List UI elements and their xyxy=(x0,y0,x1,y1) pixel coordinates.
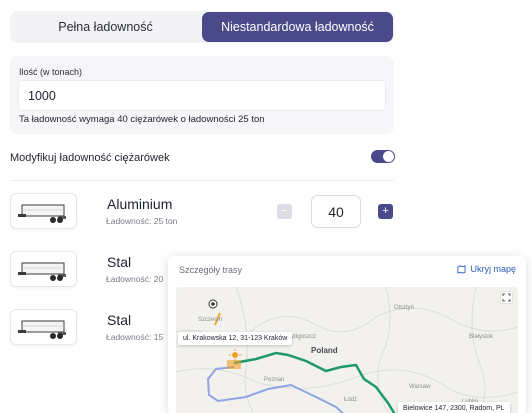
truck-name: Stal xyxy=(107,254,132,270)
map-label-bialystok: Białystok xyxy=(469,334,494,340)
truck-name: Stal xyxy=(107,312,132,328)
truck-capacity: Ładowność: 20 xyxy=(106,274,164,284)
quantity-card: Ilość (w tonach) Ta ładowność wymaga 40 … xyxy=(10,56,394,134)
truck-trailer-icon xyxy=(18,262,66,281)
route-title: Szczegóły trasy xyxy=(179,265,243,275)
origin-marker-icon xyxy=(208,299,218,309)
truck-trailer-icon xyxy=(18,204,66,223)
modify-capacity-toggle[interactable] xyxy=(371,150,395,163)
hide-map-label: Ukryj mapę xyxy=(470,264,516,274)
hide-map-link[interactable]: Ukryj mapę xyxy=(457,264,516,274)
increase-button[interactable]: + xyxy=(378,204,393,219)
fullscreen-icon xyxy=(502,293,511,302)
map-icon xyxy=(457,264,467,274)
truck-image xyxy=(10,251,77,287)
map-label-lodz: Łódź xyxy=(344,397,358,403)
modify-capacity-label: Modyfikuj ładowność ciężarówek xyxy=(10,152,170,164)
map-label-warsaw: Warsaw xyxy=(409,384,431,390)
map-label-poland: Poland xyxy=(311,346,338,355)
load-type-tabs: Pełna ładowność Niestandardowa ładowność xyxy=(10,11,394,43)
plus-icon: + xyxy=(382,205,389,217)
sun-marker-icon xyxy=(229,349,241,361)
destination-address-tooltip: Bielowice 147, 2300, Radom, PL xyxy=(398,402,510,413)
tab-full-load[interactable]: Pełna ładowność xyxy=(10,11,201,43)
fullscreen-button[interactable] xyxy=(500,291,513,304)
toggle-knob xyxy=(383,151,394,162)
decrease-button[interactable]: − xyxy=(277,204,292,219)
divider xyxy=(10,180,394,181)
map-label-szczecin: Szczecin xyxy=(198,317,223,323)
quantity-input[interactable] xyxy=(18,80,386,111)
route-details-panel: Szczegóły trasy Ukryj mapę Szczecin Pola… xyxy=(168,256,526,413)
quantity-label: Ilość (w tonach) xyxy=(19,67,83,77)
truck-count-input[interactable] xyxy=(311,195,361,228)
map-label-poznan: Poznan xyxy=(264,377,285,383)
map-label-olsztyn: Olsztyn xyxy=(394,305,415,311)
truck-image xyxy=(10,309,77,345)
truck-trailer-icon xyxy=(18,320,66,339)
origin-address-tooltip: ul. Krakowska 12, 31-123 Kraków xyxy=(178,332,293,345)
route-map[interactable]: Szczecin Poland Bydgoszcz Olsztyn Poznan… xyxy=(176,287,518,413)
truck-capacity: Ładowność: 25 ton xyxy=(106,216,178,226)
truck-capacity: Ładowność: 15 xyxy=(106,332,164,342)
truck-name: Aluminium xyxy=(107,196,173,212)
quantity-note: Ta ładowność wymaga 40 ciężarówek o łado… xyxy=(19,114,265,125)
truck-image xyxy=(10,193,77,229)
tab-custom-load[interactable]: Niestandardowa ładowność xyxy=(202,12,393,42)
map-background xyxy=(176,287,518,413)
minus-icon: − xyxy=(281,205,288,217)
